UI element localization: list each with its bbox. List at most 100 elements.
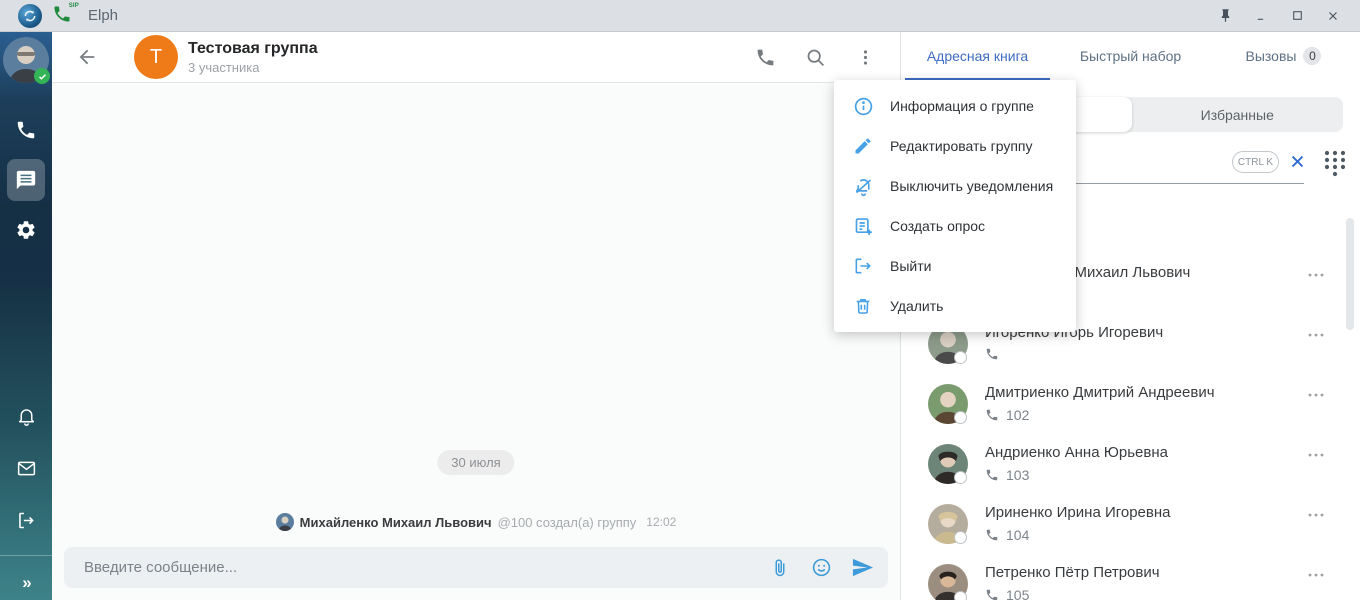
menu-item-edit-group[interactable]: Редактировать группу [834,126,1076,166]
sidebar-divider [0,555,52,556]
menu-item-group-info[interactable]: Информация о группе [834,86,1076,126]
menu-item-mute-notifications[interactable]: Выключить уведомления [834,166,1076,206]
online-status-badge [34,68,50,84]
pin-icon[interactable] [1214,5,1236,27]
trash-icon [852,295,874,317]
contact-row[interactable]: Андриенко Анна Юрьевна 103 [901,442,1360,502]
contact-more-icon[interactable] [1304,447,1328,463]
group-avatar[interactable]: T [134,35,178,79]
phone-number-icon [986,409,998,421]
composer-icons [768,556,888,580]
text-style-button[interactable]: T [151,596,180,600]
contact-row[interactable]: Петренко Пётр Петрович 105 [901,562,1360,600]
avatar [928,444,968,484]
user-avatar[interactable] [3,37,50,84]
chat-area: T Тестовая группа 3 участника 30 июля Ми… [52,32,900,600]
quote-icon[interactable] [254,596,283,600]
italic-button[interactable]: I [93,596,122,600]
sidebar-item-mail[interactable] [7,447,45,489]
menu-item-create-poll[interactable]: Создать опрос [834,206,1076,246]
tab-speed-dial[interactable]: Быстрый набор [1054,32,1207,80]
chat-subtitle: 3 участника [188,59,260,75]
sidebar-item-logout[interactable] [7,499,45,541]
tab-calls[interactable]: Вызовы 0 [1207,32,1360,80]
chat-header: T Тестовая группа 3 участника [52,32,900,83]
phone-number-icon [986,529,998,541]
pencil-icon [852,135,874,157]
sidebar-item-calls[interactable] [7,109,45,151]
minimize-icon[interactable] [1250,5,1272,27]
contact-row[interactable]: Дмитриенко Дмитрий Андреевич 102 [901,382,1360,442]
bullet-list-icon[interactable] [283,596,312,600]
presence-badge [954,591,967,600]
message-input-box [64,547,888,588]
window-controls [1214,5,1360,27]
contact-row[interactable]: Ириненко Ирина Игоревна 104 [901,502,1360,562]
group-options-menu: Информация о группе Редактировать группу… [834,80,1076,332]
call-icon[interactable] [752,44,778,70]
phone-number: 103 [1006,467,1030,483]
title-bar: SIP Elph [0,0,1360,32]
bold-button[interactable]: B [64,596,93,600]
numbered-list-icon[interactable] [312,596,341,600]
menu-item-leave[interactable]: Выйти [834,246,1076,286]
sidebar: » [0,32,52,600]
info-icon [852,95,874,117]
expand-sidebar-button[interactable]: » [22,566,32,600]
bell-off-icon [852,175,874,197]
more-vertical-icon[interactable] [852,44,878,70]
presence-badge [954,531,967,544]
panel-scrollbar[interactable] [1346,218,1354,330]
avatar [928,504,968,544]
phone-number: 102 [1006,407,1030,423]
message-history: 30 июля Михайленко Михаил Львович @100 с… [52,83,900,532]
phone-number-icon [986,469,998,481]
link-icon[interactable] [196,596,225,600]
back-icon[interactable] [76,46,98,68]
contact-more-icon[interactable] [1304,267,1328,283]
close-icon[interactable] [1322,5,1344,27]
dialpad-icon[interactable] [1322,148,1348,178]
message-input[interactable] [64,559,768,576]
code-icon[interactable] [225,596,254,600]
send-icon[interactable] [850,556,874,580]
contact-more-icon[interactable] [1304,387,1328,403]
window-title: Elph [88,7,119,24]
menu-item-delete[interactable]: Удалить [834,286,1076,326]
presence-badge [954,411,967,424]
tab-address-book[interactable]: Адресная книга [901,32,1054,80]
phone-number-icon [986,348,998,360]
exit-icon [852,255,874,277]
panel-tabs: Адресная книга Быстрый набор Вызовы 0 [901,32,1360,80]
phone-number: 104 [1006,527,1030,543]
app-window: SIP Elph » T Тестовая группа 3 участника… [0,0,1360,600]
chat-title-block: Тестовая группа 3 участника [188,40,318,75]
format-toolbar: B I S T [64,596,888,600]
sidebar-item-notifications[interactable] [7,395,45,437]
chat-header-actions [752,44,900,70]
shortcut-chip: CTRL K [1232,151,1279,173]
app-logo-icon [18,3,42,28]
sidebar-item-chats[interactable] [7,159,45,201]
contact-more-icon[interactable] [1304,327,1328,343]
emoji-icon[interactable] [809,556,833,580]
contact-more-icon[interactable] [1304,507,1328,523]
phone-number-icon [986,589,998,600]
presence-badge [954,351,967,364]
maximize-icon[interactable] [1286,5,1308,27]
sidebar-nav [7,109,45,251]
phone-number: 105 [1006,587,1030,600]
contact-more-icon[interactable] [1304,567,1328,583]
sidebar-item-settings[interactable] [7,209,45,251]
attach-icon[interactable] [768,556,792,580]
search-icon[interactable] [802,44,828,70]
clear-search-icon[interactable] [1286,150,1308,172]
presence-badge [954,471,967,484]
sip-phone-icon: SIP [52,3,79,28]
date-separator: 30 июля [437,450,515,475]
composer: B I S T [52,500,900,600]
chat-title: Тестовая группа [188,39,318,57]
segment-favorites[interactable]: Избранные [1132,97,1344,132]
strikethrough-button[interactable]: S [122,596,151,600]
poll-icon [852,215,874,237]
